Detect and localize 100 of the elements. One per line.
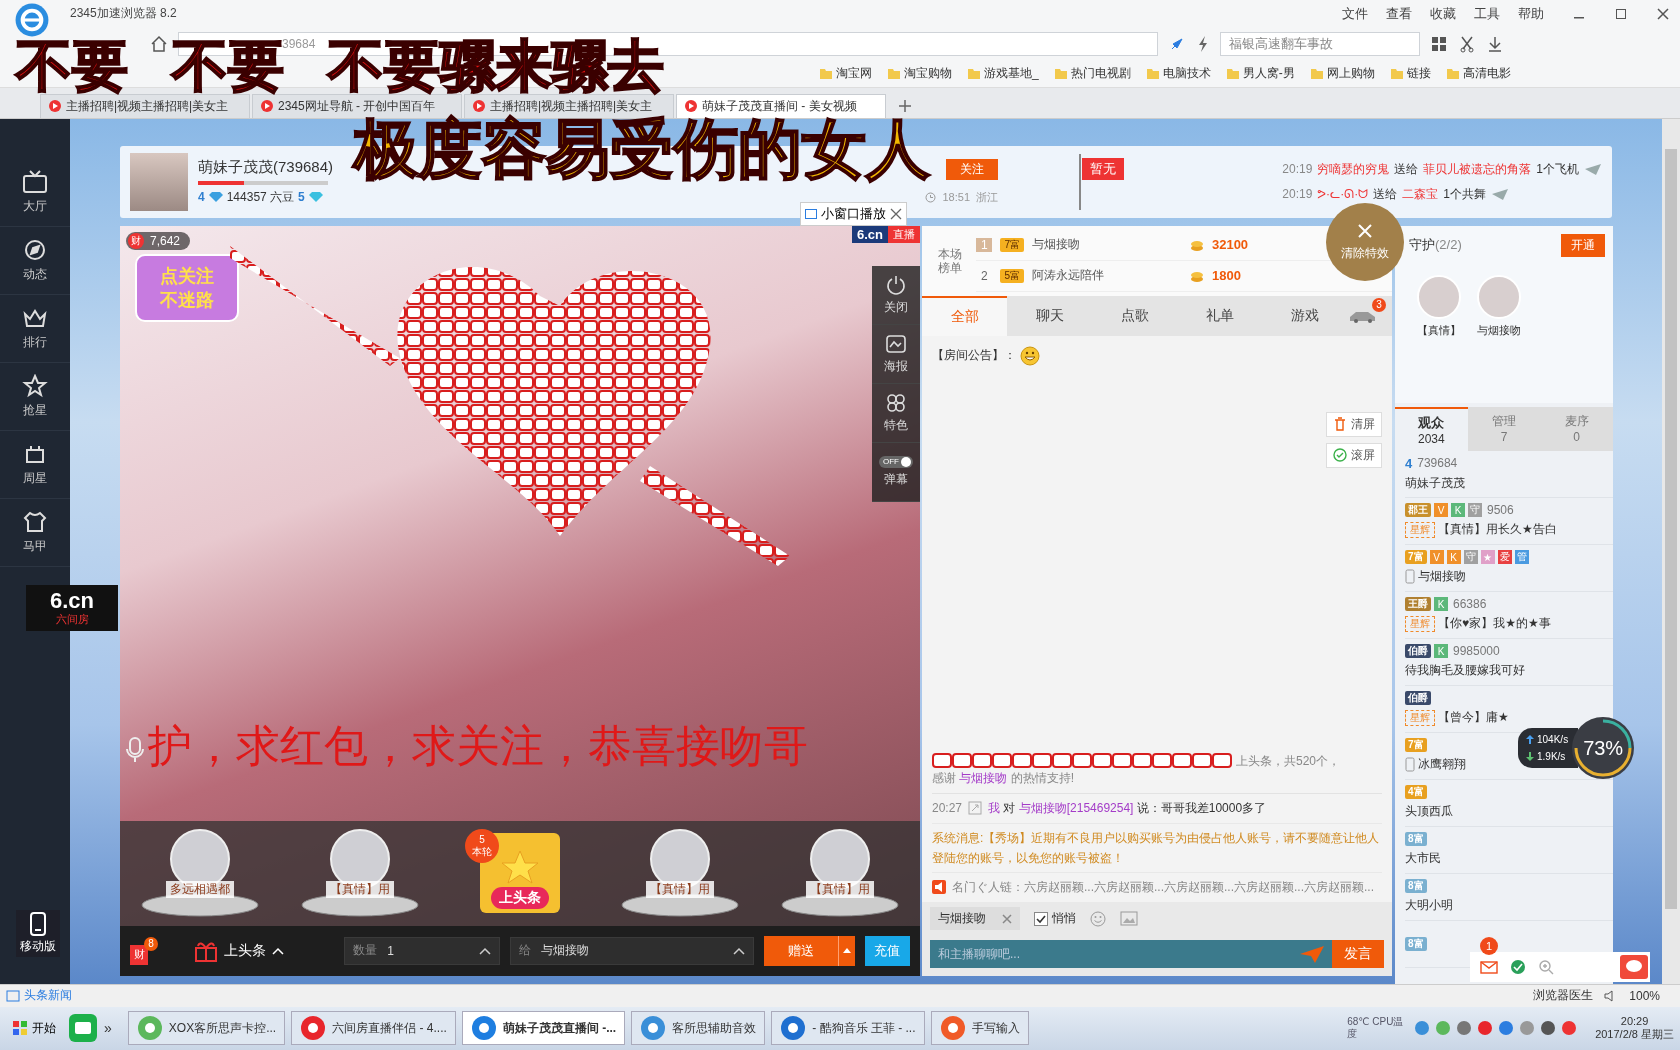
start-button[interactable]: 开始 [6,1018,62,1038]
zoom-level[interactable]: 100% [1629,988,1660,1003]
receiver-link[interactable]: 二森宝 [1402,185,1439,203]
chat-tab[interactable]: 礼单 [1177,295,1263,336]
recipient-chip[interactable]: 与烟接吻 [930,907,1020,931]
menu-item[interactable]: 文件 [1342,4,1368,23]
ranking-name[interactable]: 阿涛永远陪伴 [1031,267,1182,285]
bookmark-link[interactable]: 链接 [1390,64,1431,82]
toggle-switch[interactable]: OFF [879,455,913,468]
paper-plane-icon[interactable] [1292,939,1332,968]
recipient-field[interactable]: 给 与烟接吻 [510,936,755,965]
chat-tab[interactable]: 游戏 [1262,295,1348,336]
bookmark-link[interactable]: 高清电影 [1446,64,1511,82]
menu-item[interactable]: 查看 [1386,4,1412,23]
new-tab-icon[interactable] [898,98,912,113]
browser-doctor-link[interactable]: 浏览器医生 [1533,987,1594,1005]
audience-name[interactable]: 头顶西瓜 [1405,803,1453,821]
audience-name[interactable]: 大市民 [1405,850,1441,868]
audience-name[interactable]: 【真情】用长久★告白 [1438,521,1557,539]
microphone-icon[interactable] [124,735,146,764]
user-link[interactable]: 我 [988,800,1001,815]
audience-tab[interactable]: 观众 2034 [1395,406,1468,451]
wealth-icon[interactable]: 财 [130,944,148,965]
audience-name[interactable]: 【你♥家】我★的★事 [1438,615,1551,633]
quantity-field[interactable]: 数量 1 [344,936,501,965]
taskbar-app-button[interactable]: XOX客所思声卡控... [127,1011,286,1046]
chat-input-field[interactable]: 和主播聊聊吧... [930,939,1292,968]
bookmark-link[interactable]: 淘宝购物 [888,64,952,82]
check-icon[interactable] [1510,959,1526,975]
browser-tab[interactable]: 主播招聘|视频主播招聘|美女主 [40,93,250,118]
player-control[interactable]: 关闭 [872,265,920,325]
lightning-icon[interactable] [1196,34,1210,53]
caret-up-icon [479,946,492,955]
memory-usage-percent: 73% [1583,736,1624,760]
privilege-badge: V [1434,503,1448,518]
player-control[interactable]: 特色 [872,383,920,443]
taskbar-app-button[interactable]: 客所思辅助音效 [631,1011,766,1046]
menu-item[interactable]: 收藏 [1430,4,1456,23]
caret-up-icon [272,946,284,955]
grid-icon[interactable] [1430,34,1448,53]
audience-name[interactable]: 冰鹰翱翔 [1418,756,1466,774]
player-control[interactable]: 海报 [872,324,920,384]
player-control[interactable]: OFF 弹幕 [872,442,920,502]
audience-name[interactable]: 待我胸毛及腰嫁我可好 [1405,662,1525,680]
chat-tab[interactable]: 聊天 [1007,295,1093,336]
chat-bubble-icon[interactable] [1620,955,1648,979]
car-button[interactable]: 3 [1348,295,1392,336]
more-apps-button[interactable]: » [104,1020,112,1037]
news-link[interactable]: 头条新闻 [6,987,72,1005]
scissors-icon[interactable] [1458,34,1476,53]
taskbar-app-button[interactable]: - 酷狗音乐 王菲 - ... [771,1011,925,1046]
audience-name[interactable]: 【曾今】庸★ [1438,709,1509,727]
taskbar-app-button[interactable]: 手写输入 [930,1011,1029,1046]
bookmark-link[interactable]: 男人窝-男 [1226,64,1295,82]
audience-tab[interactable]: 管理 7 [1467,406,1541,451]
ranking-name[interactable]: 与烟接吻 [1031,236,1182,254]
folder-icon [1054,67,1067,79]
user-link[interactable]: 与烟接吻[215469254] [1018,800,1134,815]
menu-item[interactable]: 帮助 [1518,4,1544,23]
home-icon[interactable] [150,34,168,53]
menu-item[interactable]: 工具 [1474,4,1500,23]
close-icon[interactable] [1656,6,1670,21]
sender-link[interactable]: 穷嘀瑟的穷鬼 [1317,160,1390,178]
audience-name[interactable]: 与烟接吻 [1418,568,1466,586]
audience-name[interactable]: 大明小明 [1405,897,1453,915]
video-app-icon[interactable] [68,1013,98,1044]
chat-tab[interactable]: 点歌 [1092,295,1178,336]
control-label: 海报 [884,357,908,375]
taskbar-app-button[interactable]: 萌妹子茂茂直播间 -... [461,1011,626,1046]
taskbar-app-button[interactable]: 六间房直播伴侣 - 4.... [291,1011,456,1046]
chat-tool-button[interactable]: 滚屏 [1326,442,1382,468]
whisper-checkbox[interactable] [1034,911,1048,926]
bookmark-link[interactable]: 游戏基地_ [968,64,1039,82]
gift-summary: 上头条，共520个， [1236,752,1341,770]
user-link[interactable]: 与烟接吻 [959,770,1008,785]
gift-selector[interactable]: 上头条 [188,938,335,963]
bookmark-link[interactable]: 淘宝网 [820,64,872,82]
download-icon[interactable] [1486,34,1504,53]
bookmark-link[interactable]: 网上购物 [1310,64,1375,82]
dropdown-caret-icon[interactable] [838,935,855,966]
mobile-version-button[interactable]: 移动版 [16,910,60,957]
search-field[interactable]: 福银高速翻车事故 [1220,31,1420,56]
popout-player-button[interactable]: 小窗口播放 [800,202,907,226]
system-clock[interactable]: 20:29 2017/2/8 星期三 [1595,1014,1674,1042]
audience-name[interactable]: 萌妹子茂茂 [1405,474,1465,492]
folder-icon [968,67,980,79]
audience-tab[interactable]: 麦序 0 [1540,406,1613,451]
maximize-icon[interactable] [1614,6,1628,21]
folder-icon [1310,67,1323,79]
nav-icon [22,237,48,262]
receiver-link[interactable]: 菲贝儿被遗忘的角落 [1423,160,1532,178]
chat-tool-button[interactable]: 清屏 [1326,411,1382,437]
app-icon [640,1015,667,1042]
bookmark-link[interactable]: 热门电视剧 [1054,64,1131,82]
page-scrollbar[interactable] [1662,118,1680,984]
browser-tab[interactable]: 萌妹子茂茂直播间 - 美女视频 [676,93,886,118]
live-logo: 6.cn 直播 [852,225,920,243]
user-id: 9506 [1487,503,1514,518]
sender-link[interactable]: ᕗ·ᓚ·ᘏ·ᗢ [1317,187,1369,202]
bookmark-link[interactable]: 电脑技术 [1146,64,1211,82]
